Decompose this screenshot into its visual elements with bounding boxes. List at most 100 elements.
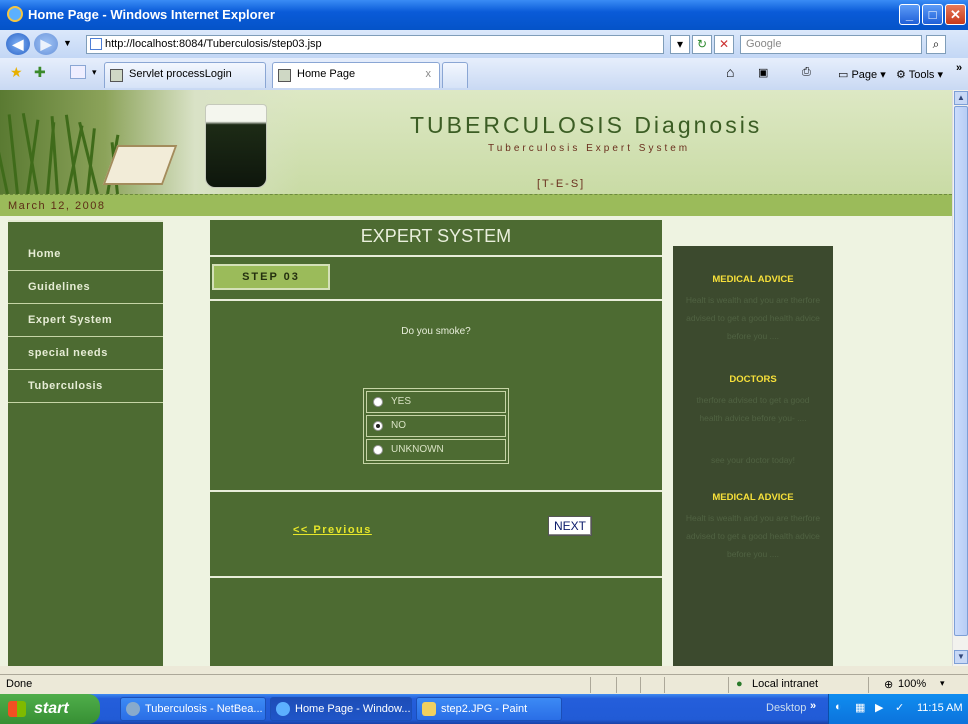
paint-icon [422,702,436,716]
taskbar: start Tuberculosis - NetBea... Home Page… [0,694,968,724]
add-favorites-icon[interactable]: ✚ [34,64,46,81]
option-unknown[interactable]: UNKNOWN [366,439,506,461]
tab-list-icon[interactable]: ▾ [92,67,97,78]
feeds-icon[interactable]: ▣ [758,66,768,79]
desktop-toolbar[interactable]: Desktop [766,702,806,714]
tab-label: Home Page [297,68,356,80]
tray-app-icon[interactable]: ▦ [855,701,865,714]
advice-text: Healt is wealth and you are therfore [685,513,821,523]
back-button[interactable]: ◀ [6,33,30,55]
scroll-up-icon[interactable]: ▲ [954,91,968,105]
tab-servlet[interactable]: Servlet processLogin [104,62,266,88]
divider [210,299,662,301]
nav-item-special-needs[interactable]: special needs [8,337,163,370]
status-text: Done [6,678,33,690]
favorites-star-icon[interactable]: ★ [10,64,23,81]
minimize-button[interactable]: _ [899,4,920,25]
divider [664,677,665,693]
option-label: YES [391,396,412,407]
divider [210,255,662,257]
radio-yes[interactable] [373,397,383,407]
netbeans-icon [126,702,140,716]
advice-text: before you .... [727,331,779,341]
print-icon[interactable]: ⎙ [802,66,811,79]
toolbar-expand-icon[interactable]: » [810,700,816,712]
step-button[interactable]: STEP 03 [212,264,330,290]
new-tab-button[interactable] [442,62,468,88]
page-icon: ▭ [838,69,852,81]
option-yes[interactable]: YES [366,391,506,413]
quick-tabs-icon[interactable] [70,65,86,79]
site-subtitle: Tuberculosis Expert System [488,143,691,154]
advice-heading: MEDICAL ADVICE [712,492,794,503]
zoom-dropdown-icon[interactable]: ▾ [940,678,945,689]
search-icon[interactable]: ⌕ [926,35,946,54]
option-label: NO [391,420,406,431]
tools-menu[interactable]: ⚙ Tools ▾ [896,68,943,81]
zoom-icon[interactable]: ⊕ [884,678,893,691]
zone-text: Local intranet [752,678,819,690]
divider [616,677,617,693]
title-bar: Home Page - Windows Internet Explorer _ … [0,0,968,30]
scroll-down-icon[interactable]: ▼ [954,650,968,664]
forward-button[interactable]: ▶ [34,33,58,55]
zoom-level[interactable]: 100% [898,678,926,690]
page-menu-label: Page [851,69,878,81]
doctors-text: therfore advised to get a good [696,395,810,405]
refresh-icon[interactable]: ↻ [692,35,712,54]
next-button[interactable]: NEXT [548,516,592,536]
tab-favicon-icon [110,69,123,82]
tab-label: Servlet processLogin [129,68,232,80]
page-content: TUBERCULOSIS Diagnosis Tuberculosis Expe… [0,90,952,666]
page-menu[interactable]: ▭ Page ▾ [838,68,886,81]
tray-app-icon[interactable]: ◐ [835,701,842,713]
tray-app-icon[interactable]: ▶ [875,701,883,714]
maximize-button[interactable]: □ [922,4,943,25]
tabs-toolbar: ★ ✚ ▾ Servlet processLogin Home Page x ⌂… [0,58,968,90]
close-window-button[interactable]: ✕ [945,4,966,25]
taskbar-paint[interactable]: step2.JPG - Paint [416,697,562,721]
site-tag: [T-E-S] [537,178,586,190]
nav-item-expert-system[interactable]: Expert System [8,304,163,337]
doctors-text: health advice before you- .... [699,413,807,423]
nav-item-tuberculosis[interactable]: Tuberculosis [8,370,163,403]
divider [868,677,869,693]
radio-no[interactable] [373,421,383,431]
site-header: TUBERCULOSIS Diagnosis Tuberculosis Expe… [0,90,952,195]
advice-heading: MEDICAL ADVICE [712,274,794,285]
option-no[interactable]: NO [366,415,506,437]
divider [210,576,662,578]
doctors-text: see your doctor today! [710,455,796,465]
address-input[interactable]: http://localhost:8084/Tuberculosis/step0… [86,35,664,54]
tools-menu-label: Tools [908,69,935,81]
stop-icon[interactable]: ✕ [714,35,734,54]
home-icon[interactable]: ⌂ [726,64,734,80]
tab-home-page[interactable]: Home Page x [272,62,440,88]
search-input[interactable]: Google [740,35,922,54]
vertical-scrollbar[interactable]: ▲ ▼ [952,90,968,666]
address-dropdown-icon[interactable]: ▾ [670,35,690,54]
taskbar-button-label: step2.JPG - Paint [441,703,528,715]
history-dropdown-icon[interactable]: ▼ [63,38,72,48]
address-url: http://localhost:8084/Tuberculosis/step0… [105,38,322,50]
taskbar-button-label: Tuberculosis - NetBea... [145,703,263,715]
scroll-thumb[interactable] [954,106,968,636]
date-bar: March 12, 2008 [0,194,952,216]
taskbar-ie[interactable]: Home Page - Window... [270,697,412,721]
previous-link[interactable]: << Previous [293,524,372,536]
advice-text: advised to get a good health advice [686,531,820,541]
divider [210,490,662,492]
window-title: Home Page - Windows Internet Explorer [28,7,275,22]
close-tab-icon[interactable]: x [426,68,432,80]
left-navigation: Home Guidelines Expert System special ne… [8,220,163,666]
divider [640,677,641,693]
start-button[interactable]: start [0,694,100,724]
nav-item-home[interactable]: Home [8,238,163,271]
network-icon[interactable]: ✓ [895,701,904,714]
toolbar-overflow-icon[interactable]: » [956,62,962,74]
radio-unknown[interactable] [373,445,383,455]
clock[interactable]: 11:15 AM [917,702,963,714]
status-bar: Done ● Local intranet ⊕ 100% ▾ [0,674,968,694]
taskbar-netbeans[interactable]: Tuberculosis - NetBea... [120,697,266,721]
nav-item-guidelines[interactable]: Guidelines [8,271,163,304]
